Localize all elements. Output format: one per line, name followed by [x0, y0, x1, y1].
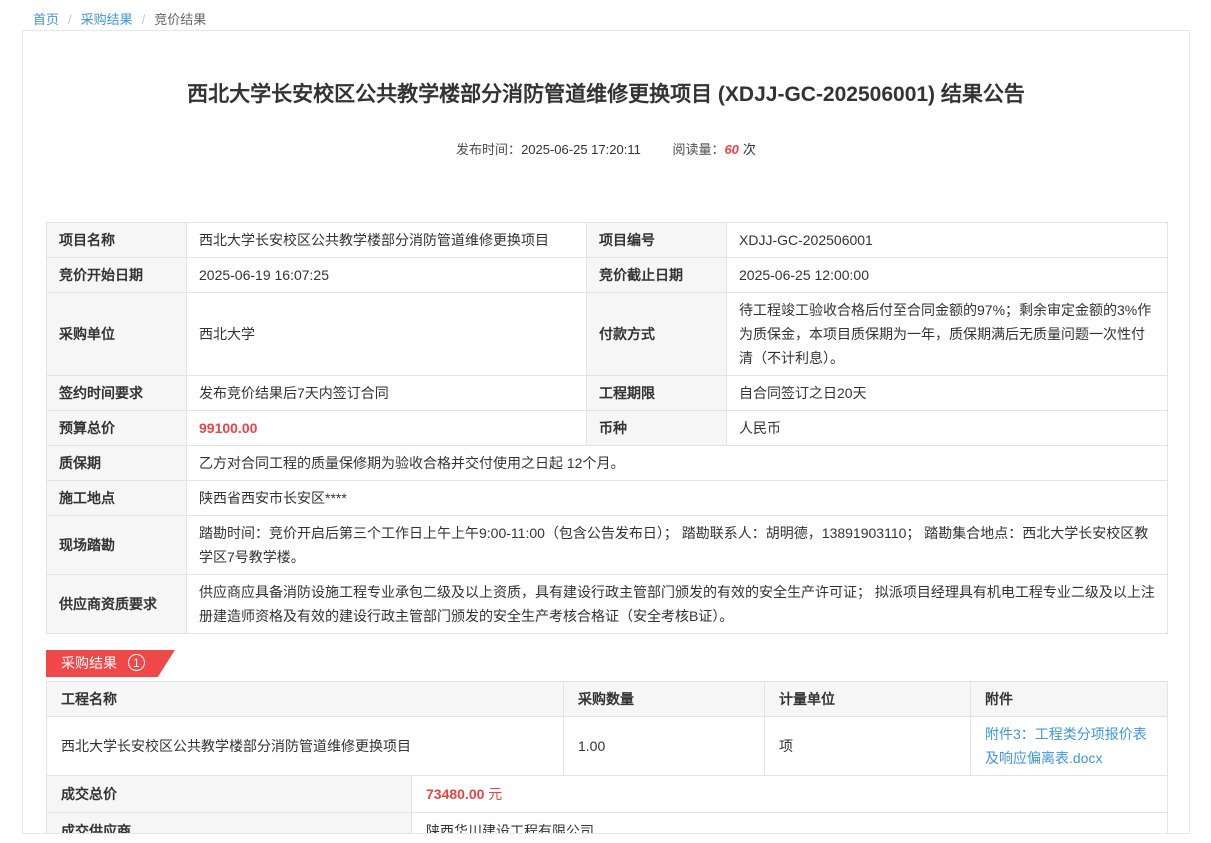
project-info-table: 项目名称 西北大学长安校区公共教学楼部分消防管道维修更换项目 项目编号 XDJJ…: [46, 222, 1168, 634]
deal-total-unit: 元: [488, 786, 502, 802]
unit-cell: 项: [765, 717, 971, 776]
deal-total-amount: 73480.00: [426, 786, 484, 802]
field-value: 人民币: [727, 411, 1168, 446]
field-value: 待工程竣工验收合格后付至合同金额的97%；剩余审定金额的3%作为质保金，本项目质…: [727, 293, 1168, 376]
field-value: 踏勘时间：竞价开启后第三个工作日上午上午9:00-11:00（包含公告发布日）；…: [187, 516, 1168, 575]
breadcrumb-separator: /: [142, 12, 146, 27]
deal-total-cell: 73480.00 元: [412, 776, 1168, 813]
quantity-cell: 1.00: [564, 717, 765, 776]
page: 首页/采购结果/竞价结果 西北大学长安校区公共教学楼部分消防管道维修更换项目 (…: [0, 0, 1211, 843]
field-label: 工程期限: [587, 376, 727, 411]
field-value: XDJJ-GC-202506001: [727, 223, 1168, 258]
publish-time: 发布时间：2025-06-25 17:20:11: [456, 142, 641, 157]
field-label: 竞价开始日期: [47, 258, 187, 293]
table-row: 项目名称 西北大学长安校区公共教学楼部分消防管道维修更换项目 项目编号 XDJJ…: [47, 223, 1168, 258]
breadcrumb-separator: /: [68, 12, 72, 27]
column-header: 计量单位: [765, 682, 971, 717]
field-value: 发布竞价结果后7天内签订合同: [187, 376, 587, 411]
breadcrumb-section-link[interactable]: 采购结果: [81, 12, 133, 27]
announcement-meta: 发布时间：2025-06-25 17:20:11 阅读量：60次: [23, 139, 1189, 158]
field-label: 币种: [587, 411, 727, 446]
table-row: 成交总价 73480.00 元: [47, 776, 1168, 813]
count-badge: 1: [128, 654, 145, 671]
table-row: 质保期 乙方对合同工程的质量保修期为验收合格并交付使用之日起 12个月。: [47, 446, 1168, 481]
field-label: 付款方式: [587, 293, 727, 376]
table-row: 现场踏勘 踏勘时间：竞价开启后第三个工作日上午上午9:00-11:00（包含公告…: [47, 516, 1168, 575]
attachment-link[interactable]: 附件3：工程类分项报价表及响应偏离表.docx: [985, 726, 1147, 766]
field-label: 现场踏勘: [47, 516, 187, 575]
table-row: 预算总价 99100.00 币种 人民币: [47, 411, 1168, 446]
field-label: 预算总价: [47, 411, 187, 446]
project-name-cell: 西北大学长安校区公共教学楼部分消防管道维修更换项目: [47, 717, 564, 776]
breadcrumb-home-link[interactable]: 首页: [33, 12, 59, 27]
budget-total-value: 99100.00: [187, 411, 587, 446]
supplier-cell: 陕西华川建设工程有限公司: [412, 813, 1168, 835]
table-row: 竞价开始日期 2025-06-19 16:07:25 竞价截止日期 2025-0…: [47, 258, 1168, 293]
tab-label: 采购结果: [61, 655, 117, 671]
column-header: 附件: [971, 682, 1168, 717]
field-label: 竞价截止日期: [587, 258, 727, 293]
field-label: 供应商资质要求: [47, 575, 187, 634]
procurement-result-table: 工程名称 采购数量 计量单位 附件 西北大学长安校区公共教学楼部分消防管道维修更…: [46, 681, 1168, 776]
field-label: 成交总价: [47, 776, 412, 813]
table-row: 施工地点 陕西省西安市长安区****: [47, 481, 1168, 516]
field-value: 西北大学长安校区公共教学楼部分消防管道维修更换项目: [187, 223, 587, 258]
field-value: 西北大学: [187, 293, 587, 376]
table-row: 供应商资质要求 供应商应具备消防设施工程专业承包二级及以上资质，具有建设行政主管…: [47, 575, 1168, 634]
column-header: 工程名称: [47, 682, 564, 717]
field-value: 供应商应具备消防设施工程专业承包二级及以上资质，具有建设行政主管部门颁发的有效的…: [187, 575, 1168, 634]
field-label: 采购单位: [47, 293, 187, 376]
table-row: 西北大学长安校区公共教学楼部分消防管道维修更换项目 1.00 项 附件3：工程类…: [47, 717, 1168, 776]
view-count: 阅读量：60次: [672, 142, 756, 157]
table-row: 签约时间要求 发布竞价结果后7天内签订合同 工程期限 自合同签订之日20天: [47, 376, 1168, 411]
result-summary-table: 成交总价 73480.00 元 成交供应商 陕西华川建设工程有限公司: [46, 775, 1168, 834]
attachment-cell: 附件3：工程类分项报价表及响应偏离表.docx: [971, 717, 1168, 776]
field-value: 乙方对合同工程的质量保修期为验收合格并交付使用之日起 12个月。: [187, 446, 1168, 481]
breadcrumb-current: 竞价结果: [154, 12, 206, 27]
field-label: 成交供应商: [47, 813, 412, 835]
page-title: 西北大学长安校区公共教学楼部分消防管道维修更换项目 (XDJJ-GC-20250…: [68, 81, 1144, 109]
field-label: 签约时间要求: [47, 376, 187, 411]
field-value: 2025-06-19 16:07:25: [187, 258, 587, 293]
field-value: 陕西省西安市长安区****: [187, 481, 1168, 516]
field-label: 项目名称: [47, 223, 187, 258]
table-row: 采购单位 西北大学 付款方式 待工程竣工验收合格后付至合同金额的97%；剩余审定…: [47, 293, 1168, 376]
field-label: 质保期: [47, 446, 187, 481]
table-row: 成交供应商 陕西华川建设工程有限公司: [47, 813, 1168, 835]
column-header: 采购数量: [564, 682, 765, 717]
field-value: 自合同签订之日20天: [727, 376, 1168, 411]
table-header-row: 工程名称 采购数量 计量单位 附件: [47, 682, 1168, 717]
procurement-result-tab: 采购结果 1: [46, 650, 175, 677]
announcement-card: 西北大学长安校区公共教学楼部分消防管道维修更换项目 (XDJJ-GC-20250…: [22, 30, 1190, 834]
field-label: 项目编号: [587, 223, 727, 258]
field-label: 施工地点: [47, 481, 187, 516]
breadcrumb: 首页/采购结果/竞价结果: [0, 0, 1211, 23]
field-value: 2025-06-25 12:00:00: [727, 258, 1168, 293]
